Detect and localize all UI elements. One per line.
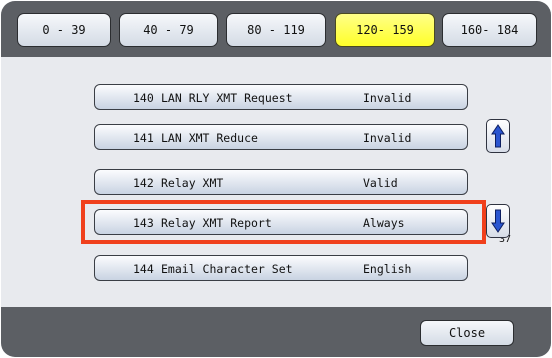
param-value: Invalid bbox=[363, 131, 412, 145]
param-number: 141 bbox=[133, 131, 154, 145]
param-value: English bbox=[363, 262, 412, 276]
tab-160-184[interactable]: 160- 184 bbox=[442, 13, 537, 47]
param-name: LAN XMT Reduce bbox=[161, 131, 258, 145]
tab-label: 40 - 79 bbox=[143, 23, 194, 37]
scroll-down-button[interactable] bbox=[486, 204, 510, 238]
param-number: 140 bbox=[133, 91, 154, 105]
selection-highlight bbox=[81, 200, 486, 244]
tab-80-119[interactable]: 80 - 119 bbox=[226, 13, 326, 47]
tab-label: 80 - 119 bbox=[247, 23, 305, 37]
parameter-list: 140 LAN RLY XMT Request Invalid 141 LAN … bbox=[1, 57, 551, 307]
tab-40-79[interactable]: 40 - 79 bbox=[119, 13, 218, 47]
param-number: 142 bbox=[133, 176, 154, 190]
scroll-up-button[interactable] bbox=[486, 119, 510, 153]
param-row-144[interactable]: 144 Email Character Set English bbox=[94, 255, 468, 281]
tab-bar: 0 - 39 40 - 79 80 - 119 120- 159 160- 18… bbox=[1, 1, 551, 57]
arrow-down-icon bbox=[491, 209, 505, 233]
param-value: Valid bbox=[363, 176, 398, 190]
param-row-141[interactable]: 141 LAN XMT Reduce Invalid bbox=[94, 124, 468, 150]
tab-label: 0 - 39 bbox=[42, 23, 86, 37]
param-name: LAN RLY XMT Request bbox=[161, 91, 293, 105]
close-button[interactable]: Close bbox=[420, 320, 514, 346]
param-number: 144 bbox=[133, 262, 154, 276]
tab-120-159[interactable]: 120- 159 bbox=[335, 13, 435, 47]
param-name: Relay XMT bbox=[161, 176, 224, 190]
tab-label: 120- 159 bbox=[356, 23, 414, 37]
footer-bar: Close bbox=[1, 307, 551, 357]
tab-0-39[interactable]: 0 - 39 bbox=[17, 13, 111, 47]
close-label: Close bbox=[448, 326, 486, 340]
param-name: Email Character Set bbox=[161, 262, 293, 276]
param-value: Invalid bbox=[363, 91, 412, 105]
settings-panel: 0 - 39 40 - 79 80 - 119 120- 159 160- 18… bbox=[1, 1, 551, 357]
param-row-140[interactable]: 140 LAN RLY XMT Request Invalid bbox=[94, 84, 468, 110]
param-row-142[interactable]: 142 Relay XMT Valid bbox=[94, 169, 468, 195]
arrow-up-icon bbox=[491, 124, 505, 148]
tab-label: 160- 184 bbox=[460, 23, 519, 37]
